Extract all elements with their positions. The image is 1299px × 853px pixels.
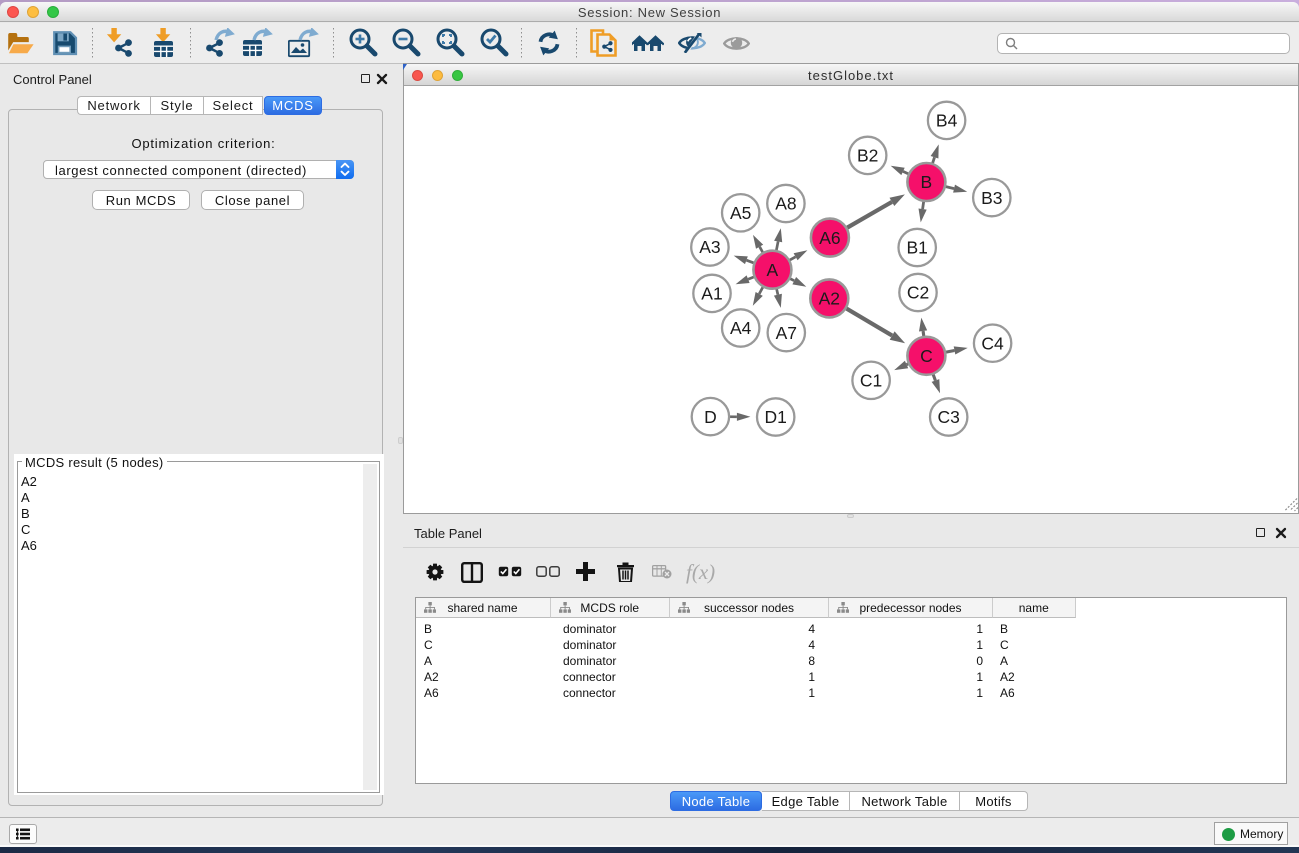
- svg-text:A1: A1: [701, 284, 722, 304]
- svg-text:A8: A8: [775, 194, 796, 214]
- svg-text:A3: A3: [699, 237, 720, 257]
- svg-text:B3: B3: [981, 188, 1002, 208]
- svg-text:A4: A4: [730, 318, 752, 338]
- svg-text:A6: A6: [819, 228, 840, 248]
- svg-text:C4: C4: [981, 333, 1004, 353]
- svg-text:C2: C2: [907, 283, 929, 303]
- svg-text:D: D: [704, 407, 717, 427]
- svg-text:B: B: [921, 172, 933, 192]
- svg-text:A7: A7: [776, 323, 797, 343]
- svg-text:C1: C1: [860, 371, 882, 391]
- svg-text:B4: B4: [936, 111, 958, 131]
- svg-text:A: A: [767, 260, 779, 280]
- svg-text:C: C: [920, 346, 933, 366]
- svg-text:D1: D1: [765, 407, 787, 427]
- svg-text:B1: B1: [906, 238, 927, 258]
- svg-text:A5: A5: [730, 203, 751, 223]
- svg-text:A2: A2: [819, 289, 840, 309]
- svg-text:C3: C3: [938, 407, 960, 427]
- svg-text:B2: B2: [857, 146, 878, 166]
